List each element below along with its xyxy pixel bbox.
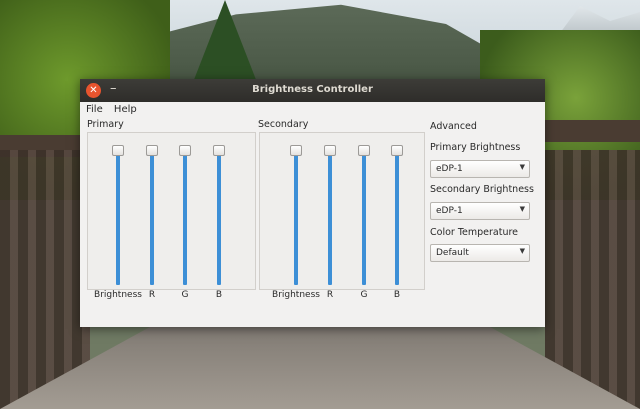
primary-brightness-slider[interactable] [112, 145, 124, 285]
slider-track [395, 151, 399, 285]
slider-handle[interactable] [324, 145, 336, 156]
color-temperature-value: Default [436, 248, 469, 258]
slider-track [294, 151, 298, 285]
chevron-down-icon: ▼ [519, 163, 525, 171]
color-temperature-heading: Color Temperature [430, 227, 519, 238]
secondary-group-label: Secondary [258, 119, 309, 130]
secondary-brightness-heading: Secondary Brightness [430, 184, 534, 195]
slider-track [217, 151, 221, 285]
primary-brightness-value: eDP-1 [436, 164, 463, 174]
wallpaper-bridge-deck [0, 318, 640, 409]
menu-file[interactable]: File [86, 104, 103, 115]
advanced-heading: Advanced [430, 121, 477, 132]
primary-r-slider[interactable] [146, 145, 158, 285]
primary-group-label: Primary [87, 119, 124, 130]
window-titlebar[interactable]: ✕ – Brightness Controller [80, 79, 545, 102]
slider-handle[interactable] [290, 145, 302, 156]
slider-track [362, 151, 366, 285]
slider-track [328, 151, 332, 285]
slider-handle[interactable] [358, 145, 370, 156]
chevron-down-icon: ▼ [519, 205, 525, 213]
slider-track [116, 151, 120, 285]
menu-bar: File Help [80, 102, 545, 118]
slider-handle[interactable] [391, 145, 403, 156]
primary-b-slider[interactable] [213, 145, 225, 285]
window-title: Brightness Controller [252, 84, 373, 95]
secondary-brightness-select[interactable]: eDP-1 ▼ [430, 202, 530, 220]
secondary-brightness-value: eDP-1 [436, 206, 463, 216]
primary-brightness-heading: Primary Brightness [430, 142, 521, 153]
color-temperature-select[interactable]: Default ▼ [430, 244, 530, 262]
slider-handle[interactable] [213, 145, 225, 156]
secondary-g-slider[interactable] [358, 145, 370, 285]
secondary-b-label: B [393, 290, 401, 300]
secondary-r-slider[interactable] [324, 145, 336, 285]
slider-handle[interactable] [112, 145, 124, 156]
menu-help[interactable]: Help [114, 104, 137, 115]
brightness-controller-window: ✕ – Brightness Controller File Help Prim… [80, 79, 545, 327]
slider-track [150, 151, 154, 285]
slider-track [183, 151, 187, 285]
slider-handle[interactable] [179, 145, 191, 156]
primary-brightness-select[interactable]: eDP-1 ▼ [430, 160, 530, 178]
primary-b-label: B [215, 290, 223, 300]
slider-handle[interactable] [146, 145, 158, 156]
secondary-b-slider[interactable] [391, 145, 403, 285]
primary-g-slider[interactable] [179, 145, 191, 285]
secondary-brightness-slider[interactable] [290, 145, 302, 285]
wallpaper-handrail-right [545, 120, 640, 142]
chevron-down-icon: ▼ [519, 247, 525, 255]
